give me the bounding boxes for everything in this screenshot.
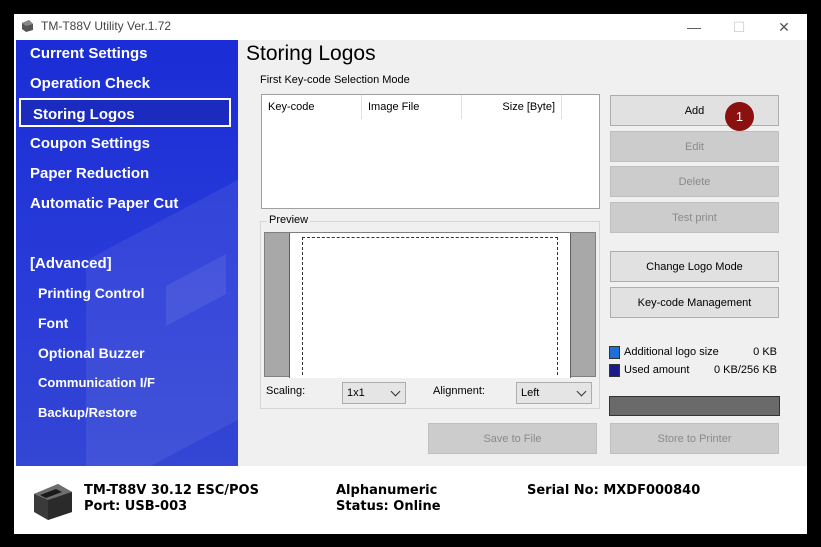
legend-used-value: 0 KB/256 KB <box>714 364 777 376</box>
printer-status: Status: Online <box>336 499 441 514</box>
legend-used: Used amount 0 KB/256 KB <box>609 364 777 378</box>
add-button[interactable]: Add <box>610 95 779 126</box>
sidebar-item-storing-logos[interactable]: Storing Logos <box>19 98 231 127</box>
printer-port: Port: USB-003 <box>84 499 188 514</box>
minimize-button[interactable]: — <box>671 14 717 40</box>
save-to-file-button[interactable]: Save to File <box>428 423 597 454</box>
preview-label: Preview <box>267 214 311 226</box>
usage-bar <box>609 396 780 416</box>
serial-number: Serial No: MXDF000840 <box>527 483 701 498</box>
legend-used-label: Used amount <box>624 364 690 376</box>
preview-print-area <box>302 237 558 375</box>
scaling-select[interactable]: 1x1 <box>342 382 406 404</box>
sidebar-item-backup-restore[interactable]: Backup/Restore <box>38 405 137 420</box>
printer-mode: Alphanumeric <box>336 483 438 498</box>
change-logo-mode-button[interactable]: Change Logo Mode <box>610 251 779 282</box>
legend-additional: Additional logo size 0 KB <box>609 346 777 360</box>
scaling-label: Scaling: <box>266 385 306 397</box>
maximize-button[interactable]: ☐ <box>716 14 762 40</box>
chevron-down-icon <box>576 386 587 397</box>
mode-label: First Key-code Selection Mode <box>260 74 410 86</box>
keycode-management-button[interactable]: Key-code Management <box>610 287 779 318</box>
page-title: Storing Logos <box>246 42 376 65</box>
legend-used-swatch <box>609 364 620 377</box>
preview-area <box>264 232 596 378</box>
store-to-printer-button[interactable]: Store to Printer <box>610 423 779 454</box>
logo-table[interactable]: Key-code Image File Size [Byte] <box>261 94 600 209</box>
close-button[interactable]: ✕ <box>761 14 807 40</box>
preview-group: Preview Scaling: 1x1 Alignment: Left <box>260 214 600 409</box>
column-header-size[interactable]: Size [Byte] <box>462 95 562 119</box>
sidebar-item-operation-check[interactable]: Operation Check <box>30 75 150 92</box>
sidebar-item-optional-buzzer[interactable]: Optional Buzzer <box>38 345 145 361</box>
annotation-badge: 1 <box>725 102 754 131</box>
sidebar-item-printing-control[interactable]: Printing Control <box>38 285 145 301</box>
alignment-label: Alignment: <box>433 385 485 397</box>
alignment-value: Left <box>521 387 540 399</box>
edit-button[interactable]: Edit <box>610 131 779 162</box>
sidebar-advanced-header: [Advanced] <box>30 255 112 272</box>
column-header-image-file[interactable]: Image File <box>362 95 462 119</box>
sidebar-item-paper-reduction[interactable]: Paper Reduction <box>30 165 149 182</box>
sidebar-item-communication-if[interactable]: Communication I/F <box>38 375 155 390</box>
sidebar-item-current-settings[interactable]: Current Settings <box>30 45 148 62</box>
legend-additional-swatch <box>609 346 620 359</box>
status-bar: TM-T88V 30.12 ESC/POS Port: USB-003 Alph… <box>14 466 807 534</box>
printer-icon <box>34 484 72 520</box>
title-bar: TM-T88V Utility Ver.1.72 — ☐ ✕ <box>14 14 807 40</box>
chevron-down-icon <box>390 386 401 397</box>
printer-model: TM-T88V 30.12 ESC/POS <box>84 483 259 498</box>
window-title: TM-T88V Utility Ver.1.72 <box>41 19 172 33</box>
test-print-button[interactable]: Test print <box>610 202 779 233</box>
sidebar-item-automatic-paper-cut[interactable]: Automatic Paper Cut <box>30 195 178 212</box>
main-panel: Storing Logos First Key-code Selection M… <box>238 40 807 466</box>
app-window: TM-T88V Utility Ver.1.72 — ☐ ✕ Current S… <box>14 14 807 534</box>
scaling-value: 1x1 <box>347 387 365 399</box>
legend-additional-label: Additional logo size <box>624 346 719 358</box>
sidebar-item-coupon-settings[interactable]: Coupon Settings <box>30 135 150 152</box>
sidebar: Current Settings Operation Check Storing… <box>16 40 238 466</box>
legend-additional-value: 0 KB <box>753 346 777 358</box>
column-header-keycode[interactable]: Key-code <box>262 95 362 119</box>
preview-paper <box>289 233 571 378</box>
alignment-select[interactable]: Left <box>516 382 592 404</box>
sidebar-item-font[interactable]: Font <box>38 315 68 331</box>
delete-button[interactable]: Delete <box>610 166 779 197</box>
printer-app-icon <box>22 20 33 32</box>
